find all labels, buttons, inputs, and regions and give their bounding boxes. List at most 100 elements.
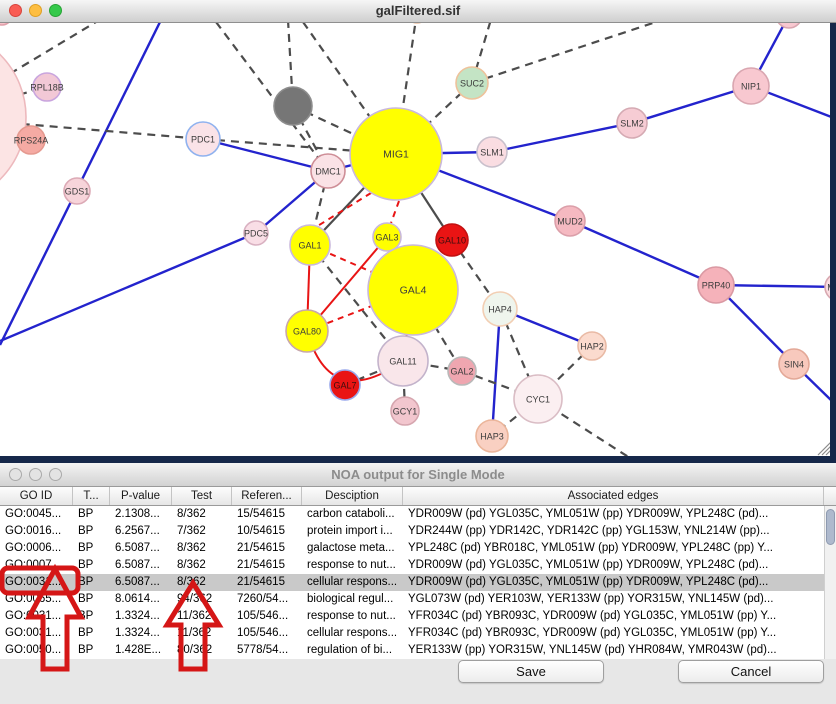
node-RPL18B[interactable]: RPL18B bbox=[30, 73, 64, 101]
node-unlabeled[interactable] bbox=[274, 87, 312, 125]
column-header-1[interactable]: T... bbox=[73, 487, 110, 505]
node-CYC1[interactable]: CYC1 bbox=[514, 375, 562, 423]
network-edge-pd[interactable] bbox=[472, 23, 656, 83]
node-label: GAL2 bbox=[450, 367, 473, 377]
close-button[interactable] bbox=[9, 4, 22, 17]
node-GAL7[interactable]: GAL7 bbox=[330, 370, 360, 400]
table-cell: 7260/54... bbox=[232, 591, 302, 608]
table-cell: 15/54615 bbox=[232, 506, 302, 523]
node-SUC2[interactable]: SUC2 bbox=[456, 67, 488, 99]
table-row[interactable]: GO:0050...BP1.428E...80/3625778/54...reg… bbox=[0, 642, 836, 659]
close-button[interactable] bbox=[9, 468, 22, 481]
network-edge-redd[interactable] bbox=[391, 201, 399, 223]
node-HAP3[interactable]: HAP3 bbox=[476, 420, 508, 452]
node-PDC1[interactable]: PDC1 bbox=[186, 122, 220, 156]
cancel-button[interactable]: Cancel bbox=[678, 660, 824, 683]
node-GAL2[interactable]: GAL2 bbox=[448, 357, 476, 385]
table-row[interactable]: GO:0007...BP6.5087...8/36221/54615respon… bbox=[0, 557, 836, 574]
table-cell: BP bbox=[73, 540, 110, 557]
minimize-button[interactable] bbox=[29, 468, 42, 481]
node-HAP2[interactable]: HAP2 bbox=[578, 332, 606, 360]
table-cell: galactose meta... bbox=[302, 540, 403, 557]
network-edge-pp[interactable] bbox=[492, 123, 632, 152]
table-cell: 21/54615 bbox=[232, 574, 302, 591]
network-edge-pp[interactable] bbox=[492, 309, 500, 436]
table-cell: GO:0031... bbox=[0, 625, 73, 642]
table-cell: 21/54615 bbox=[232, 557, 302, 574]
node-label: PDC5 bbox=[244, 229, 268, 239]
node-label: GAL7 bbox=[333, 381, 356, 391]
node-SLM2[interactable]: SLM2 bbox=[617, 108, 647, 138]
node-label: NIP1 bbox=[741, 82, 761, 92]
minimize-button[interactable] bbox=[29, 4, 42, 17]
network-edge-pp[interactable] bbox=[0, 233, 256, 341]
galfiltered-titlebar[interactable]: galFiltered.sif bbox=[0, 0, 836, 23]
table-cell: carbon cataboli... bbox=[302, 506, 403, 523]
network-edge-pp[interactable] bbox=[570, 221, 716, 285]
table-cell: YER133W (pp) YOR315W, YNL145W (pd) YHR08… bbox=[403, 642, 824, 659]
table-cell: 2.1308... bbox=[110, 506, 172, 523]
network-canvas[interactable]: RPL18BRPS24AGDS1PDC1DMC1MIG1SUC2SLM1SLM2… bbox=[0, 23, 836, 456]
node-label: SLM2 bbox=[620, 119, 644, 129]
noa-titlebar[interactable]: NOA output for Single Mode bbox=[0, 463, 836, 487]
table-cell: GO:0007... bbox=[0, 557, 73, 574]
node-PDC5[interactable]: PDC5 bbox=[244, 221, 268, 245]
table-cell: 1.428E... bbox=[110, 642, 172, 659]
table-cell: BP bbox=[73, 642, 110, 659]
node-label: GDS1 bbox=[65, 187, 90, 197]
table-row[interactable]: GO:0045...BP2.1308...8/36215/54615carbon… bbox=[0, 506, 836, 523]
node-MUD2[interactable]: MUD2 bbox=[555, 206, 585, 236]
table-cell: 80/362 bbox=[172, 642, 232, 659]
table-cell: BP bbox=[73, 625, 110, 642]
table-row[interactable]: GO:0031...BP6.5087...8/36221/54615cellul… bbox=[0, 574, 836, 591]
column-header-3[interactable]: Test bbox=[172, 487, 232, 505]
table-row[interactable]: GO:0016...BP6.2567...7/36210/54615protei… bbox=[0, 523, 836, 540]
node-unlabeled[interactable] bbox=[776, 23, 802, 28]
table-cell: 6.2567... bbox=[110, 523, 172, 540]
table-cell: GO:0006... bbox=[0, 540, 73, 557]
column-header-4[interactable]: Referen... bbox=[232, 487, 302, 505]
table-cell: GO:0045... bbox=[0, 506, 73, 523]
node-label: GCY1 bbox=[393, 407, 418, 417]
node-SIN4[interactable]: SIN4 bbox=[779, 349, 809, 379]
table-row[interactable]: GO:0065...BP8.0614...94/3627260/54...bio… bbox=[0, 591, 836, 608]
node-GAL1[interactable]: GAL1 bbox=[290, 225, 330, 265]
node-label: MIG1 bbox=[383, 149, 409, 161]
node-GDS1[interactable]: GDS1 bbox=[64, 178, 90, 204]
node-unlabeled[interactable] bbox=[0, 29, 26, 205]
table-cell: GO:0065... bbox=[0, 591, 73, 608]
table-row[interactable]: GO:0006...BP6.5087...8/36221/54615galact… bbox=[0, 540, 836, 557]
node-GAL80[interactable]: GAL80 bbox=[286, 310, 328, 352]
node-DMC1[interactable]: DMC1 bbox=[311, 154, 345, 188]
node-GAL3[interactable]: GAL3 bbox=[373, 223, 401, 251]
node-unlabeled[interactable] bbox=[0, 23, 12, 25]
node-NIP1[interactable]: NIP1 bbox=[733, 68, 769, 104]
table-body: GO:0045...BP2.1308...8/36215/54615carbon… bbox=[0, 506, 836, 659]
table-cell: 8/362 bbox=[172, 506, 232, 523]
table-cell: BP bbox=[73, 591, 110, 608]
scrollbar-thumb[interactable] bbox=[826, 509, 835, 545]
column-header-5[interactable]: Desciption bbox=[302, 487, 403, 505]
column-header-6[interactable]: Associated edges bbox=[403, 487, 824, 505]
table-row[interactable]: GO:0031...BP1.3324...11/362105/546...res… bbox=[0, 608, 836, 625]
network-edge-pd[interactable] bbox=[216, 23, 328, 171]
screen: galFiltered.sif RPL18BRPS24AGDS1PDC1DMC1… bbox=[0, 0, 836, 704]
node-SLM1[interactable]: SLM1 bbox=[477, 137, 507, 167]
zoom-button[interactable] bbox=[49, 4, 62, 17]
column-header-0[interactable]: GO ID bbox=[0, 487, 73, 505]
node-GAL10[interactable]: GAL10 bbox=[436, 224, 468, 256]
node-GCY1[interactable]: GCY1 bbox=[391, 397, 419, 425]
node-GAL4[interactable]: GAL4 bbox=[368, 245, 458, 335]
table-scrollbar[interactable] bbox=[824, 506, 836, 659]
table-row[interactable]: GO:0031...BP1.3324...11/362105/546...cel… bbox=[0, 625, 836, 642]
node-PRP40[interactable]: PRP40 bbox=[698, 267, 734, 303]
table-cell: 6.5087... bbox=[110, 557, 172, 574]
zoom-button[interactable] bbox=[49, 468, 62, 481]
node-MIG1[interactable]: MIG1 bbox=[350, 108, 442, 200]
save-button[interactable]: Save bbox=[458, 660, 604, 683]
node-HAP4[interactable]: HAP4 bbox=[483, 292, 517, 326]
node-label: SIN4 bbox=[784, 360, 804, 370]
node-GAL11[interactable]: GAL11 bbox=[378, 336, 428, 386]
table-cell: BP bbox=[73, 523, 110, 540]
column-header-2[interactable]: P-value bbox=[110, 487, 172, 505]
